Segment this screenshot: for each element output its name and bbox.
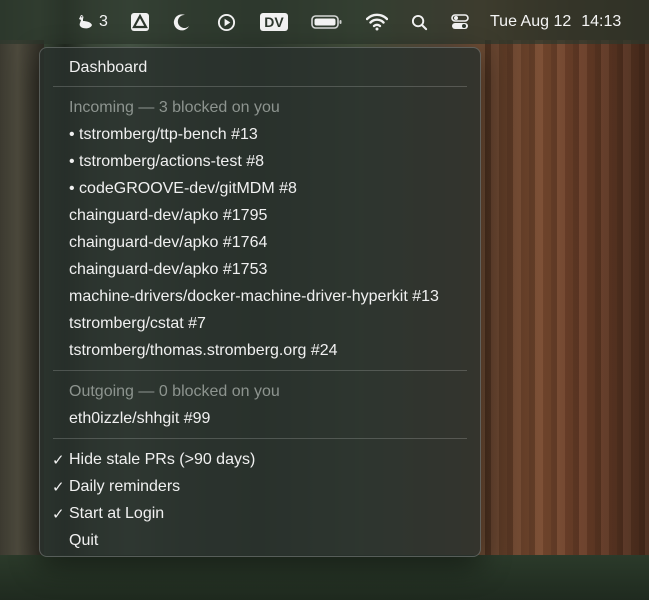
dv-badge[interactable]: DV: [259, 0, 289, 44]
hide-stale-toggle[interactable]: ✓ Hide stale PRs (>90 days): [40, 446, 480, 473]
incoming-header: Incoming — 3 blocked on you: [40, 94, 480, 121]
play-icon[interactable]: [214, 0, 238, 44]
incoming-pr-item[interactable]: tstromberg/cstat #7: [40, 310, 480, 337]
drive-icon[interactable]: [128, 0, 152, 44]
menu-bar: 3 DV Tue Aug 12 14:13: [0, 0, 649, 44]
incoming-pr-item[interactable]: tstromberg/thomas.stromberg.org #24: [40, 337, 480, 364]
wifi-icon[interactable]: [364, 0, 390, 44]
pr-label: • tstromberg/ttp-bench #13: [69, 125, 258, 143]
tree-trunk-right: [485, 40, 649, 600]
dashboard-label: Dashboard: [69, 58, 148, 76]
time-text: 14:13: [581, 13, 622, 30]
pr-label: machine-drivers/docker-machine-driver-hy…: [69, 287, 439, 305]
pr-label: chainguard-dev/apko #1753: [69, 260, 268, 278]
goose-count: 3: [99, 13, 108, 30]
pr-label: tstromberg/cstat #7: [69, 314, 206, 332]
incoming-pr-item[interactable]: chainguard-dev/apko #1764: [40, 229, 480, 256]
setting-label: Start at Login: [69, 504, 165, 522]
separator: [53, 86, 467, 87]
goose-status-item[interactable]: 3: [72, 0, 112, 44]
incoming-pr-item[interactable]: • tstromberg/actions-test #8: [40, 148, 480, 175]
dashboard-item[interactable]: Dashboard: [40, 54, 480, 81]
clock[interactable]: Tue Aug 12 14:13: [490, 0, 640, 44]
checkmark-icon: ✓: [52, 505, 65, 523]
incoming-pr-item[interactable]: chainguard-dev/apko #1753: [40, 256, 480, 283]
pr-label: eth0izzle/shhgit #99: [69, 409, 211, 427]
dv-label: DV: [260, 13, 288, 31]
forest-floor: [0, 555, 649, 600]
checkmark-icon: ✓: [52, 478, 65, 496]
outgoing-pr-item[interactable]: eth0izzle/shhgit #99: [40, 405, 480, 432]
quit-label: Quit: [69, 531, 99, 549]
quit-item[interactable]: Quit: [40, 527, 480, 554]
moon-icon[interactable]: [170, 0, 194, 44]
date-text: Tue Aug 12: [490, 13, 572, 30]
incoming-header-label: Incoming — 3 blocked on you: [69, 98, 280, 116]
incoming-pr-item[interactable]: • codeGROOVE-dev/gitMDM #8: [40, 175, 480, 202]
pr-label: chainguard-dev/apko #1795: [69, 206, 268, 224]
goose-icon: [76, 13, 94, 31]
search-icon[interactable]: [408, 0, 430, 44]
tree-trunk-left: [0, 40, 44, 600]
checkmark-icon: ✓: [52, 451, 65, 469]
separator: [53, 438, 467, 439]
incoming-pr-item[interactable]: chainguard-dev/apko #1795: [40, 202, 480, 229]
pr-label: • tstromberg/actions-test #8: [69, 152, 265, 170]
outgoing-header-label: Outgoing — 0 blocked on you: [69, 382, 280, 400]
battery-icon[interactable]: [310, 0, 344, 44]
outgoing-header: Outgoing — 0 blocked on you: [40, 378, 480, 405]
setting-label: Hide stale PRs (>90 days): [69, 450, 256, 468]
pr-dropdown-menu: Dashboard Incoming — 3 blocked on you • …: [39, 47, 481, 557]
pr-label: chainguard-dev/apko #1764: [69, 233, 268, 251]
setting-label: Daily reminders: [69, 477, 181, 495]
incoming-pr-item[interactable]: • tstromberg/ttp-bench #13: [40, 121, 480, 148]
separator: [53, 370, 467, 371]
pr-label: tstromberg/thomas.stromberg.org #24: [69, 341, 338, 359]
start-at-login-toggle[interactable]: ✓ Start at Login: [40, 500, 480, 527]
daily-reminders-toggle[interactable]: ✓ Daily reminders: [40, 473, 480, 500]
pr-label: • codeGROOVE-dev/gitMDM #8: [69, 179, 297, 197]
control-center-icon[interactable]: [449, 0, 471, 44]
incoming-pr-item[interactable]: machine-drivers/docker-machine-driver-hy…: [40, 283, 480, 310]
